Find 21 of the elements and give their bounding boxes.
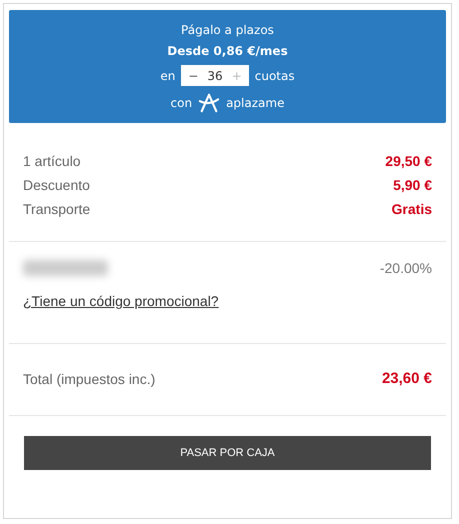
summary-label: Transporte (23, 201, 90, 217)
total-label: Total (impuestos inc.) (23, 370, 156, 386)
installments-title: Págalo a plazos (181, 23, 274, 37)
total-value: 23,60 € (382, 370, 432, 387)
installments-stepper[interactable]: − 36 + (181, 65, 249, 86)
checkout-button[interactable]: PASAR POR CAJA (24, 436, 431, 470)
summary-label: 1 artículo (23, 153, 81, 169)
summary-value: 5,90 € (393, 177, 432, 193)
provider-prefix: con (170, 96, 192, 110)
stepper-suffix: cuotas (254, 68, 295, 82)
provider-name: aplazame (226, 96, 284, 110)
promo-code-link[interactable]: ¿Tiene un código promocional? (23, 293, 219, 309)
decrement-button[interactable]: − (185, 68, 202, 82)
summary-value: 29,50 € (385, 153, 432, 169)
discount-percent: -20.00% (380, 260, 432, 276)
stepper-prefix: en (160, 68, 176, 82)
installments-count: 36 (206, 68, 224, 82)
summary-label: Descuento (23, 177, 90, 193)
monthly-price: Desde 0,86 €/mes (167, 44, 288, 58)
star-logo-icon (198, 93, 220, 113)
summary-value: Gratis (392, 201, 432, 217)
